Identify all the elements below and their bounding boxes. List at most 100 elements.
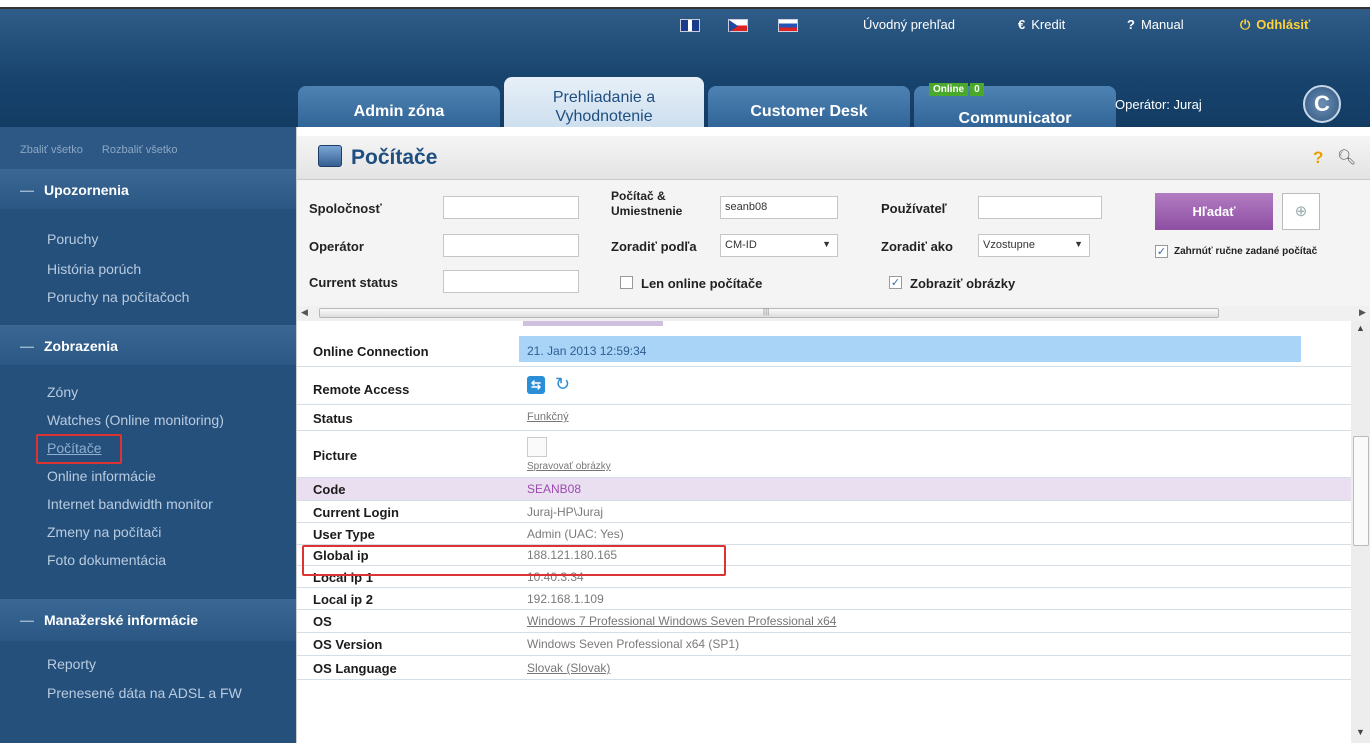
sidebar-item-bandwidth[interactable]: Internet bandwidth monitor	[47, 496, 213, 512]
user-input[interactable]	[978, 196, 1102, 219]
row-key: Status	[313, 411, 353, 426]
slovak-flag-icon[interactable]	[778, 19, 798, 32]
picture-thumbnail-icon[interactable]	[527, 437, 547, 457]
sort-as-select[interactable]: Vzostupne ▼	[978, 234, 1090, 257]
vertical-scrollbar[interactable]: ▲ ▼	[1351, 321, 1370, 743]
help-icon[interactable]: ?	[1313, 148, 1323, 168]
sidebar-item-reports[interactable]: Reporty	[47, 656, 96, 672]
main-content: Počítače ? 🔍︎ Spoločnosť Počítač & Umies…	[296, 127, 1370, 743]
row-key: OS Version	[313, 637, 383, 652]
sidebar-item-zones[interactable]: Zóny	[47, 384, 78, 400]
status-link[interactable]: Funkčný	[527, 411, 569, 423]
tab-label: Prehliadanie a Vyhodnotenie	[552, 88, 656, 125]
scroll-up-icon[interactable]: ▲	[1356, 323, 1365, 333]
row-value: 192.168.1.109	[527, 592, 604, 606]
overview-link-label: Úvodný prehľad	[863, 17, 955, 32]
czech-flag-icon[interactable]	[728, 19, 748, 32]
section-title: Upozornenia	[44, 182, 129, 198]
collapse-icon: —	[20, 182, 34, 198]
credit-link-label: Kredit	[1031, 17, 1066, 32]
teamviewer-icon[interactable]: ⇆	[527, 376, 545, 394]
include-manual-label: Zahrnúť ručne zadané počítač	[1174, 246, 1318, 257]
sort-as-label: Zoradiť ako	[881, 239, 953, 254]
row-key: Current Login	[313, 505, 399, 520]
operator-label: Operátor: Juraj	[1115, 97, 1202, 112]
user-type-highlight	[302, 545, 726, 576]
collapse-icon: —	[20, 338, 34, 354]
operator-input[interactable]	[443, 234, 579, 257]
zoom-add-icon[interactable]: ⊕	[1282, 193, 1320, 230]
sidebar-item-adsl-data[interactable]: Prenesené dáta na ADSL a FW	[47, 685, 242, 701]
computer-icon	[318, 145, 342, 167]
pc-input[interactable]: seanb08	[720, 196, 838, 219]
table-row: OS Version Windows Seven Professional x64…	[297, 633, 1351, 656]
overview-link[interactable]: Úvodný prehľad	[863, 17, 955, 32]
show-images-checkbox[interactable]: ✓	[889, 276, 902, 289]
tab-label: Customer Desk	[750, 102, 868, 120]
table-row: Current Login Juraj-HP\Juraj	[297, 501, 1351, 523]
sidebar-item-fault-history[interactable]: História porúch	[47, 261, 141, 277]
power-icon: ⏻	[1240, 17, 1251, 32]
dropdown-arrow-icon: ▼	[822, 239, 831, 249]
search-button[interactable]: Hľadať	[1155, 193, 1273, 230]
row-key: User Type	[313, 527, 375, 542]
online-count: 0	[970, 83, 984, 96]
credit-link[interactable]: € Kredit	[1018, 17, 1065, 32]
scroll-right-icon[interactable]: ▶	[1359, 307, 1366, 318]
table-row: Code SEANB08	[297, 478, 1351, 501]
section-views-header[interactable]: — Zobrazenia	[0, 325, 296, 365]
manage-pictures-link[interactable]: Spravovať obrázky	[527, 461, 611, 472]
page-title: Počítače	[351, 146, 438, 169]
table-row: OS Windows 7 Professional Windows Seven P…	[297, 610, 1351, 633]
company-input[interactable]	[443, 196, 579, 219]
horizontal-scrollbar[interactable]: ◀ ||| ▶	[297, 306, 1370, 321]
scroll-left-icon[interactable]: ◀	[301, 307, 308, 318]
section-title: Zobrazenia	[44, 338, 118, 354]
english-flag-icon[interactable]	[680, 19, 700, 32]
sort-as-value: Vzostupne	[983, 239, 1035, 251]
row-key: OS Language	[313, 661, 397, 676]
row-value: SEANB08	[527, 482, 582, 496]
section-management-header[interactable]: — Manažerské informácie	[0, 599, 296, 641]
search-icon[interactable]: 🔍︎	[1337, 148, 1356, 166]
include-manual-checkbox[interactable]: ✓	[1155, 245, 1168, 258]
manual-link[interactable]: ? Manual	[1127, 17, 1184, 32]
online-label: Online	[929, 83, 969, 96]
details-grid: Online Connection 21. Jan 2013 12:59:34 R…	[297, 321, 1351, 743]
os-link[interactable]: Windows 7 Professional Windows Seven Pro…	[527, 614, 836, 628]
sidebar-item-watches[interactable]: Watches (Online monitoring)	[47, 412, 224, 428]
sort-by-select[interactable]: CM-ID ▼	[720, 234, 838, 257]
row-value: 21. Jan 2013 12:59:34	[527, 344, 647, 358]
expand-all-link[interactable]: Rozbaliť všetko	[102, 144, 178, 156]
online-only-checkbox[interactable]	[620, 276, 633, 289]
online-only-label: Len online počítače	[641, 276, 763, 291]
pc-label-line1: Počítač &	[611, 189, 666, 203]
tab-label: Admin zóna	[353, 102, 445, 120]
tab-label: Communicator	[958, 109, 1072, 127]
section-alerts-header[interactable]: — Upozornenia	[0, 169, 296, 209]
sidebar-item-pc-faults[interactable]: Poruchy na počítačoch	[47, 289, 189, 305]
sidebar-item-photo-docs[interactable]: Foto dokumentácia	[47, 552, 166, 568]
status-input[interactable]	[443, 270, 579, 293]
table-row: OS Language Slovak (Slovak)	[297, 656, 1351, 680]
table-row: Status Funkčný	[297, 405, 1351, 431]
logout-link[interactable]: ⏻ Odhlásiť	[1240, 17, 1310, 33]
filter-panel: Spoločnosť Počítač & Umiestnenie seanb08…	[297, 180, 1370, 306]
collapse-all-link[interactable]: Zbaliť všetko	[20, 144, 83, 156]
sidebar-item-pc-changes[interactable]: Zmeny na počítači	[47, 524, 161, 540]
page-title-bar: Počítače ? 🔍︎	[297, 136, 1370, 180]
euro-icon: €	[1018, 17, 1026, 32]
row-key: Code	[313, 482, 346, 497]
dropdown-arrow-icon: ▼	[1074, 239, 1083, 249]
os-language-link[interactable]: Slovak (Slovak)	[527, 661, 610, 675]
scrollbar-thumb[interactable]	[1353, 436, 1369, 546]
sidebar-item-faults[interactable]: Poruchy	[47, 231, 98, 247]
sidebar-item-online-info[interactable]: Online informácie	[47, 468, 156, 484]
app-logo: C	[1303, 85, 1341, 123]
scroll-down-icon[interactable]: ▼	[1356, 727, 1365, 737]
user-label: Používateľ	[881, 201, 947, 216]
table-row: Remote Access ⇆ ↻	[297, 367, 1351, 405]
sort-by-value: CM-ID	[725, 239, 757, 251]
remote-desktop-icon[interactable]: ↻	[555, 374, 570, 395]
table-row: Local ip 2 192.168.1.109	[297, 588, 1351, 610]
